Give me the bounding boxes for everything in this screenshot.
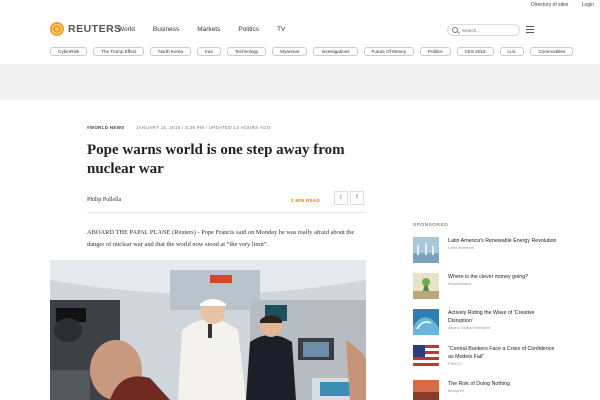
- read-time: 2 MIN READ: [291, 198, 321, 203]
- reuters-logo[interactable]: REUTERS: [50, 22, 122, 36]
- sponsored-item[interactable]: Actively Riding the Wave of 'Creative Di…: [413, 309, 563, 339]
- sponsored-title: “Central Bankers Face a Crisis of Confid…: [448, 346, 555, 366]
- site-header: REUTERS World Business Markets Politics …: [0, 13, 600, 45]
- main-nav: World Business Markets Politics TV: [118, 26, 303, 33]
- tag-myanmar[interactable]: Myanmar: [272, 47, 308, 56]
- sponsored-label: SPONSORED: [413, 223, 449, 228]
- reuters-logo-icon: [50, 22, 64, 36]
- sponsored-item[interactable]: “Central Bankers Face a Crisis of Confid…: [413, 345, 563, 375]
- tag-us[interactable]: U.S.: [499, 47, 525, 56]
- section-label[interactable]: #WORLD NEWS: [87, 125, 125, 130]
- sponsored-item[interactable]: Latin America's Renewable Energy Revolut…: [413, 237, 563, 267]
- tag-commodities[interactable]: Commodities: [530, 47, 574, 56]
- facebook-share-icon[interactable]: f: [350, 191, 364, 205]
- sponsored-item[interactable]: The Risk of Doing Nothing Blueprint: [413, 380, 563, 400]
- login-link[interactable]: Login: [582, 2, 594, 8]
- tag-iran[interactable]: Iran: [197, 47, 222, 56]
- pope-on-plane-image: [50, 260, 366, 400]
- tag-politics[interactable]: Politics: [420, 47, 451, 56]
- ad-banner-slot: [0, 64, 600, 100]
- tag-technology[interactable]: Technology: [227, 47, 267, 56]
- tag-trump-effect[interactable]: The Trump Effect: [93, 47, 145, 56]
- search-input[interactable]: [462, 27, 517, 33]
- sponsored-thumbnail: [413, 237, 439, 263]
- tag-cyberrisk[interactable]: CyberRisk: [50, 47, 88, 56]
- sponsored-title: Where is the clever money going? MarketW…: [448, 274, 529, 286]
- sponsored-item[interactable]: Where is the clever money going? MarketW…: [413, 273, 563, 303]
- nav-tv[interactable]: TV: [277, 26, 285, 33]
- tag-investigations[interactable]: Investigations: [313, 47, 358, 56]
- article-photo[interactable]: [50, 260, 366, 400]
- divider: [87, 212, 365, 213]
- sponsored-title: Latin America's Renewable Energy Revolut…: [448, 238, 557, 250]
- article-meta: #WORLD NEWS JANUARY 15, 2018 / 5:38 PM /…: [87, 125, 271, 130]
- dateline: JANUARY 15, 2018 / 5:38 PM / UPDATED 14 …: [136, 125, 271, 130]
- hamburger-menu-icon[interactable]: [526, 26, 534, 33]
- tag-future-of-money[interactable]: Future Of Money: [363, 47, 415, 56]
- twitter-share-icon[interactable]: t: [334, 191, 348, 205]
- utility-bar: Directory of sites Login: [519, 2, 594, 8]
- sponsored-thumbnail: [413, 345, 439, 371]
- article-headline: Pope warns world is one step away from n…: [87, 142, 345, 177]
- nav-markets[interactable]: Markets: [197, 26, 220, 33]
- tag-north-korea[interactable]: North Korea: [150, 47, 192, 56]
- author-byline[interactable]: Philip Pullella: [87, 197, 121, 203]
- nav-politics[interactable]: Politics: [238, 26, 259, 33]
- sponsored-thumbnail: [413, 380, 439, 400]
- sponsored-title: Actively Riding the Wave of 'Creative Di…: [448, 310, 535, 330]
- tag-ces-2018[interactable]: CES 2018: [456, 47, 494, 56]
- nav-business[interactable]: Business: [153, 26, 179, 33]
- search-icon[interactable]: [452, 27, 458, 33]
- sponsored-thumbnail: [413, 309, 439, 335]
- directory-of-sites-link[interactable]: Directory of sites: [531, 2, 568, 8]
- topic-tags: CyberRisk The Trump Effect North Korea I…: [50, 47, 600, 56]
- brand-name: REUTERS: [68, 23, 122, 35]
- search-box[interactable]: [447, 24, 520, 36]
- sponsored-title: The Risk of Doing Nothing Blueprint: [448, 381, 510, 393]
- article-lede: ABOARD THE PAPAL PLANE (Reuters) - Pope …: [87, 229, 355, 248]
- sponsored-thumbnail: [413, 273, 439, 299]
- nav-world[interactable]: World: [118, 26, 135, 33]
